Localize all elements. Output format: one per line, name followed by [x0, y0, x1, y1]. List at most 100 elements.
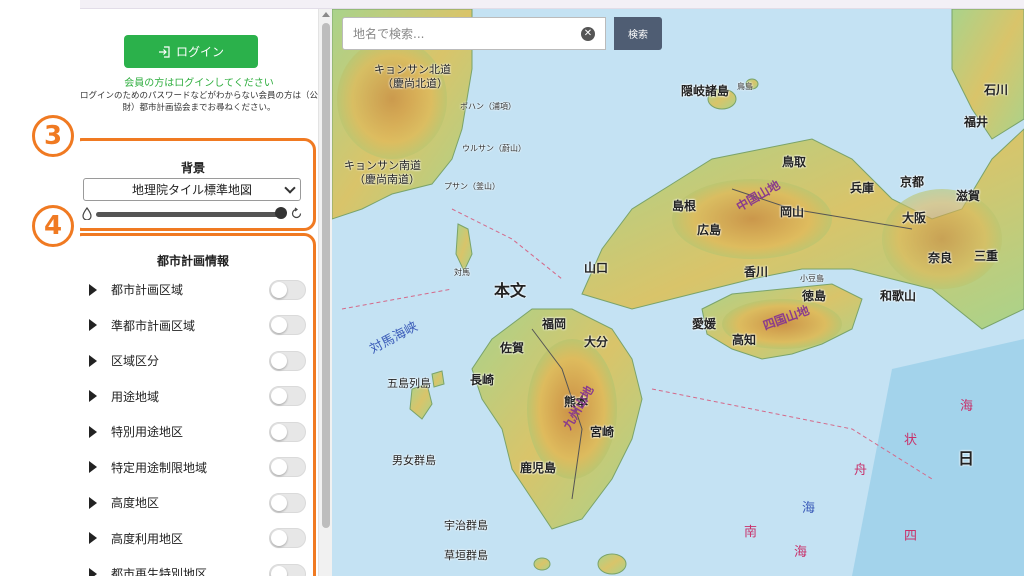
- layer-label: 特別用途地区: [111, 425, 184, 440]
- slider-handle[interactable]: [275, 207, 287, 219]
- layer-row-tokubetsu-yoto-chiku[interactable]: 特別用途地区: [80, 414, 313, 450]
- layer-row-jun-toshi-keikaku-kuiki[interactable]: 準都市計画区域: [80, 308, 313, 344]
- layer-row-kodo-riyo-chiku[interactable]: 高度利用地区: [80, 521, 313, 557]
- map-label: 福井: [964, 115, 989, 129]
- map-label: 草垣群島: [444, 549, 488, 562]
- layer-label: 高度利用地区: [111, 531, 184, 546]
- expand-triangle-icon[interactable]: [89, 319, 97, 332]
- map-label: 広島: [697, 223, 722, 237]
- layer-label: 区域区分: [111, 354, 160, 369]
- reset-icon[interactable]: [290, 207, 303, 220]
- login-note: 会員の方はログインしてください: [124, 78, 274, 89]
- background-select[interactable]: 地理院タイル標準地図: [83, 178, 301, 201]
- map-label: 長崎: [470, 373, 495, 387]
- map-label: 鳥島: [737, 82, 753, 91]
- search-button[interactable]: 検索: [614, 17, 662, 50]
- layer-row-kodo-chiku[interactable]: 高度地区: [80, 485, 313, 521]
- map-canvas: [332, 9, 1024, 576]
- map-label: 和歌山: [880, 289, 917, 303]
- layer-toggle[interactable]: [269, 421, 306, 442]
- search-input[interactable]: [343, 18, 579, 49]
- app-root: ログイン 会員の方はログインしてください ログインのためのパスワードなどがわから…: [0, 0, 1024, 576]
- step-badge-3: 3: [32, 115, 74, 157]
- login-button[interactable]: ログイン: [124, 35, 258, 68]
- map-label: 男女群島: [392, 454, 436, 467]
- map-label: 大分: [584, 335, 609, 349]
- map-label: 隠岐諸島: [681, 84, 730, 98]
- map-label: 京都: [900, 175, 925, 189]
- tsushima-island: [455, 223, 473, 273]
- layer-toggle[interactable]: [269, 279, 306, 300]
- map-label: 対馬: [454, 268, 470, 277]
- map-label: 大阪: [902, 211, 927, 225]
- map-label: 鹿児島: [520, 461, 557, 475]
- layer-toggle[interactable]: [269, 386, 306, 407]
- background-title: 背景: [180, 161, 205, 175]
- map-label: 海: [794, 545, 808, 560]
- layer-label: 用途地域: [111, 389, 160, 404]
- layer-row-toshi-keikaku-kuiki[interactable]: 都市計画区域: [80, 272, 313, 308]
- expand-triangle-icon[interactable]: [89, 425, 97, 438]
- expand-triangle-icon[interactable]: [89, 390, 97, 403]
- top-strip: [80, 0, 1024, 9]
- background-panel: 背景 地理院タイル標準地図: [80, 138, 316, 231]
- layer-row-tokutei-yoto-seigen-chiiki[interactable]: 特定用途制限地域: [80, 450, 313, 486]
- layer-row-kuiki-kubun[interactable]: 区域区分: [80, 343, 313, 379]
- map-label: プサン（釜山）: [444, 182, 500, 191]
- layer-toggle[interactable]: [269, 563, 306, 576]
- layer-row-toshi-saisei-tokubetsu-chiku[interactable]: 都市再生特別地区: [80, 556, 313, 576]
- map-label: 高知: [732, 333, 757, 347]
- layer-list: 都市計画区域 準都市計画区域 区域区分 用途地域 特別用途地区 特定用途制限地域…: [80, 272, 313, 576]
- layer-toggle[interactable]: [269, 350, 306, 371]
- expand-triangle-icon[interactable]: [89, 532, 97, 545]
- map-label: 舟: [854, 463, 868, 478]
- map-label: 佐賀: [500, 341, 525, 355]
- layer-label: 準都市計画区域: [111, 318, 196, 333]
- expand-triangle-icon[interactable]: [89, 567, 97, 576]
- expand-triangle-icon[interactable]: [89, 461, 97, 474]
- scroll-up-arrow-icon[interactable]: [322, 12, 330, 17]
- layer-label: 高度地区: [111, 496, 160, 511]
- map-label: 愛媛: [692, 317, 717, 331]
- layer-toggle[interactable]: [269, 528, 306, 549]
- layer-row-yoto-chiiki[interactable]: 用途地域: [80, 379, 313, 415]
- map-label: 南: [744, 525, 758, 540]
- city-planning-panel: 都市計画情報 都市計画区域 準都市計画区域 区域区分 用途地域 特別用途地区 特…: [80, 233, 316, 576]
- layer-toggle[interactable]: [269, 457, 306, 478]
- sidebar-scrollbar[interactable]: [318, 9, 332, 576]
- map-label: 滋賀: [956, 189, 981, 203]
- map-label: ポハン（浦項）: [460, 102, 516, 111]
- scrollbar-thumb[interactable]: [322, 23, 330, 528]
- expand-triangle-icon[interactable]: [89, 354, 97, 367]
- map-label: 宇治群島: [444, 519, 488, 532]
- layer-toggle[interactable]: [269, 492, 306, 513]
- map-label: 福岡: [542, 317, 567, 331]
- layer-label: 都市計画区域: [111, 283, 184, 298]
- water-drop-icon: [82, 207, 92, 220]
- map-label: 五島列島: [387, 377, 431, 390]
- search-box: ✕: [342, 17, 606, 50]
- map-label: 鳥取: [782, 155, 807, 169]
- background-select-value: 地理院タイル標準地図: [131, 183, 252, 197]
- map-label: 岡山: [780, 205, 805, 219]
- step-badge-4: 4: [32, 205, 74, 247]
- map-label: ウルサン（蔚山）: [462, 144, 526, 153]
- login-button-label: ログイン: [175, 45, 224, 59]
- slider-track: [96, 212, 284, 217]
- expand-triangle-icon[interactable]: [89, 496, 97, 509]
- login-icon: [158, 45, 170, 58]
- map-label: 本文: [494, 281, 527, 300]
- map-label: 状: [904, 433, 918, 448]
- map-label: 宮崎: [590, 425, 615, 439]
- layer-label: 都市再生特別地区: [111, 567, 208, 576]
- layer-toggle[interactable]: [269, 315, 306, 336]
- map-label: 兵庫: [850, 181, 875, 195]
- expand-triangle-icon[interactable]: [89, 283, 97, 296]
- map-label: 三重: [974, 249, 999, 263]
- map-label: 日: [958, 449, 975, 468]
- login-help: ログインのためのパスワードなどがわからない会員の方は（公 財）都市計画協会までお…: [80, 90, 318, 114]
- map-view[interactable]: キョンサン北道 （慶尚北道） ポハン（浦項） ウルサン（蔚山） キョンサン南道 …: [332, 9, 1024, 576]
- layer-label: 特定用途制限地域: [111, 460, 208, 475]
- clear-icon[interactable]: ✕: [581, 27, 595, 41]
- opacity-slider[interactable]: [80, 207, 305, 221]
